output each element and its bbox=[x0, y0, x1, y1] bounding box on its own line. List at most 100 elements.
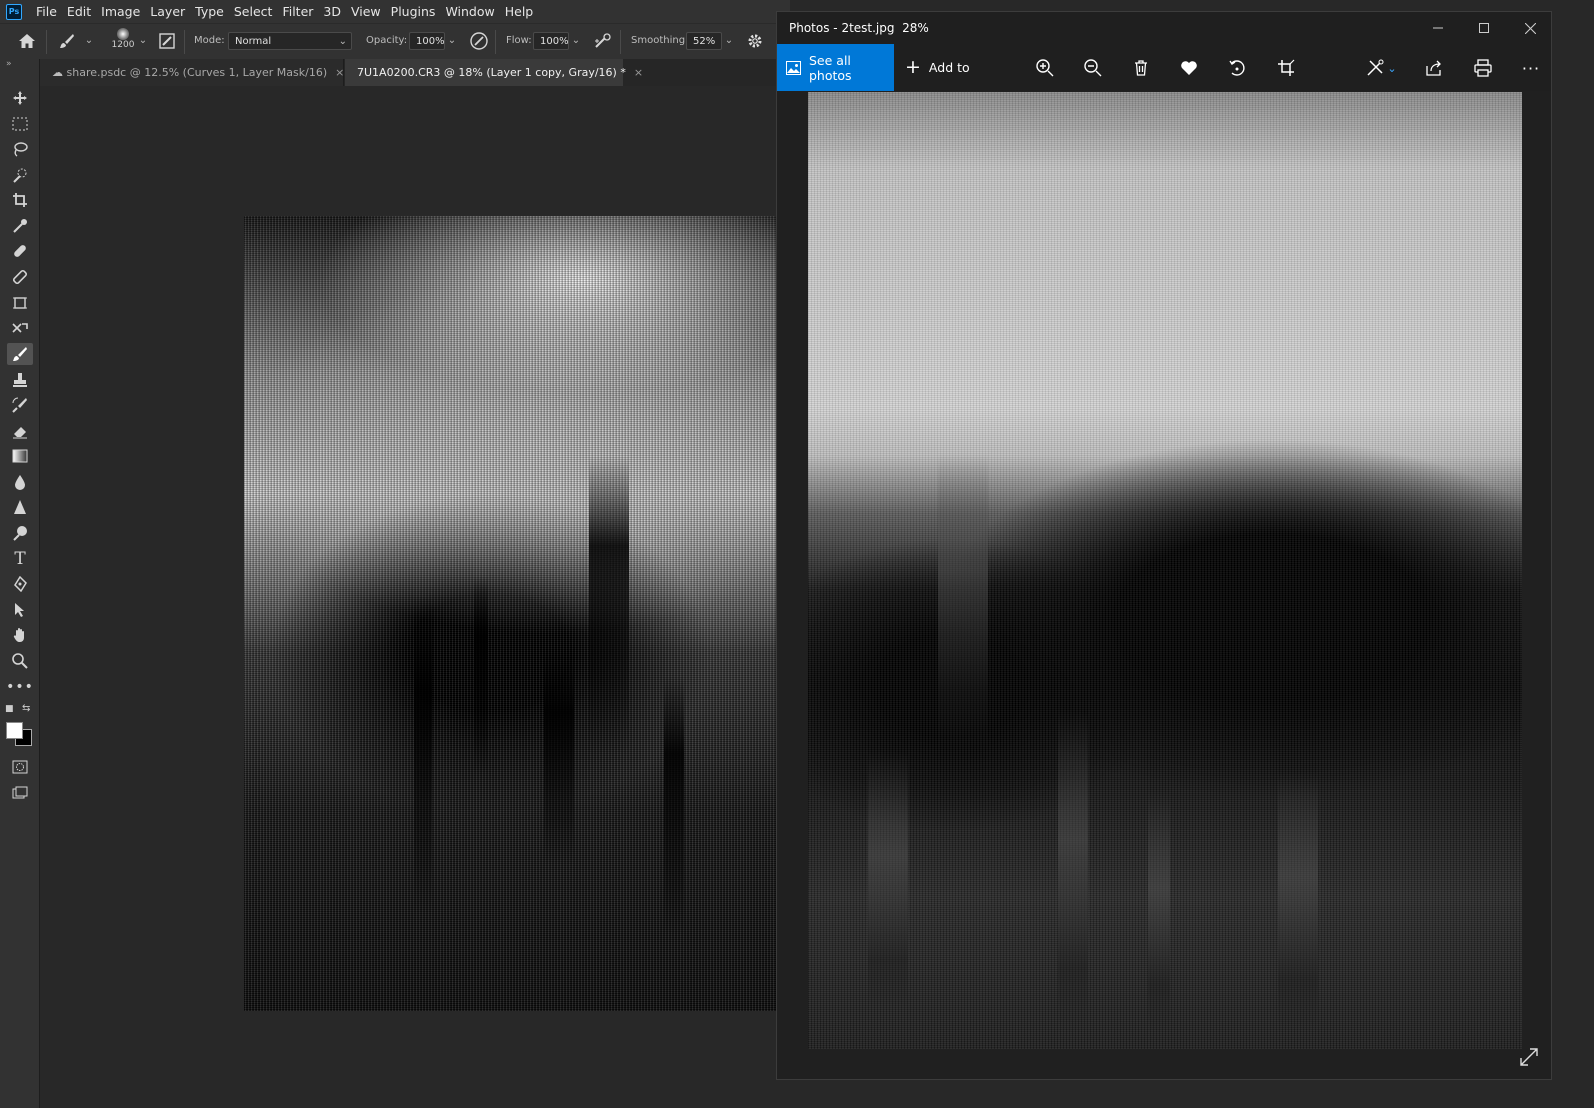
blur-tool-icon[interactable] bbox=[7, 471, 33, 493]
opacity-chevron-icon[interactable]: ⌄ bbox=[445, 32, 459, 50]
brush-preset-icon[interactable] bbox=[56, 30, 78, 52]
brush-size-picker[interactable]: 1200 bbox=[110, 28, 136, 56]
ps-menubar: Ps File Edit Image Layer Type Select Fil… bbox=[0, 0, 790, 23]
path-select-tool-icon[interactable] bbox=[7, 599, 33, 621]
menu-filter[interactable]: Filter bbox=[277, 0, 318, 23]
crop-tool-icon[interactable] bbox=[7, 189, 33, 211]
flow-chevron-icon[interactable]: ⌄ bbox=[569, 32, 583, 50]
menu-layer[interactable]: Layer bbox=[145, 0, 190, 23]
history-brush-tool-icon[interactable] bbox=[7, 394, 33, 416]
mode-label: Mode: bbox=[194, 35, 225, 46]
mode-select[interactable]: Normal ⌄ bbox=[228, 32, 352, 50]
brush-size-chevron-icon[interactable]: ⌄ bbox=[136, 32, 150, 50]
plus-icon: + bbox=[905, 56, 921, 78]
close-icon[interactable] bbox=[1507, 12, 1553, 44]
pressure-opacity-icon[interactable] bbox=[468, 30, 490, 52]
photo-streak bbox=[1148, 792, 1170, 1032]
options-bar: ⌄ 1200 ⌄ Mode: Normal ⌄ Opacity: 100% ⌄ … bbox=[0, 23, 790, 60]
gear-icon[interactable] bbox=[744, 30, 766, 52]
default-colors-icon[interactable]: ■ bbox=[5, 704, 14, 714]
separator bbox=[46, 30, 47, 54]
menu-file[interactable]: File bbox=[31, 0, 62, 23]
photo-streak bbox=[1278, 772, 1318, 1032]
flow-input[interactable]: 100% bbox=[533, 32, 569, 50]
close-tab-icon[interactable]: × bbox=[634, 66, 643, 79]
quick-mask-icon[interactable] bbox=[7, 756, 33, 778]
swap-colors-icon[interactable]: ⇆ bbox=[22, 703, 30, 714]
zoom-tool-icon[interactable] bbox=[7, 650, 33, 672]
edit-icon[interactable] bbox=[1363, 56, 1387, 80]
crop-icon[interactable] bbox=[1274, 56, 1298, 80]
close-tab-icon[interactable]: × bbox=[335, 66, 344, 79]
see-all-photos-button[interactable]: See all photos bbox=[777, 44, 894, 91]
tools-panel: » T ••• ■ ⇆ bbox=[0, 59, 40, 1108]
dodge-tool-icon[interactable] bbox=[7, 522, 33, 544]
photos-toolbar: See all photos + Add to ⌄ ··· bbox=[777, 44, 1551, 91]
menu-help[interactable]: Help bbox=[500, 0, 539, 23]
gradient-tool-icon[interactable] bbox=[7, 445, 33, 467]
tab-share-psdc[interactable]: ☁ share.psdc @ 12.5% (Curves 1, Layer Ma… bbox=[40, 59, 344, 86]
canvas-streak bbox=[664, 676, 684, 936]
quick-select-tool-icon[interactable] bbox=[7, 164, 33, 186]
type-tool-icon[interactable]: T bbox=[7, 548, 33, 570]
opacity-input[interactable]: 100% bbox=[409, 32, 445, 50]
menu-image[interactable]: Image bbox=[96, 0, 145, 23]
frame-tool-icon[interactable] bbox=[7, 292, 33, 314]
marquee-tool-icon[interactable] bbox=[7, 113, 33, 135]
brush-panel-toggle-icon[interactable] bbox=[156, 30, 178, 52]
photos-window-title: Photos - 2test.jpg 28% bbox=[789, 21, 929, 35]
menu-type[interactable]: Type bbox=[190, 0, 229, 23]
brush-preset-chevron-icon[interactable]: ⌄ bbox=[82, 32, 96, 50]
print-icon[interactable] bbox=[1471, 56, 1495, 80]
collapse-toolbar-icon[interactable]: » bbox=[6, 59, 12, 69]
canvas-streak bbox=[544, 646, 574, 866]
menu-view[interactable]: View bbox=[346, 0, 386, 23]
zoom-in-icon[interactable] bbox=[1033, 56, 1057, 80]
more-tools-icon[interactable]: ••• bbox=[6, 676, 33, 698]
move-tool-icon[interactable] bbox=[7, 87, 33, 109]
home-icon[interactable] bbox=[16, 30, 38, 52]
rotate-icon[interactable] bbox=[1225, 56, 1249, 80]
minimize-icon[interactable] bbox=[1415, 12, 1461, 44]
stamp-tool-icon[interactable] bbox=[7, 369, 33, 391]
menu-edit[interactable]: Edit bbox=[62, 0, 96, 23]
edit-chevron-down-icon[interactable]: ⌄ bbox=[1385, 56, 1399, 80]
expand-icon[interactable] bbox=[1519, 1047, 1539, 1067]
ps-logo-icon: Ps bbox=[6, 3, 22, 20]
brush-size-value: 1200 bbox=[111, 40, 135, 50]
photo-view[interactable] bbox=[808, 92, 1522, 1049]
foreground-color-swatch[interactable] bbox=[6, 722, 23, 739]
tab-label: 7U1A0200.CR3 @ 18% (Layer 1 copy, Gray/1… bbox=[357, 66, 626, 79]
favorite-icon[interactable] bbox=[1177, 56, 1201, 80]
document-canvas[interactable] bbox=[244, 216, 790, 1011]
lasso-tool-icon[interactable] bbox=[7, 138, 33, 160]
maximize-icon[interactable] bbox=[1461, 12, 1507, 44]
menu-3d[interactable]: 3D bbox=[318, 0, 346, 23]
separator bbox=[184, 30, 185, 54]
delete-icon[interactable] bbox=[1129, 56, 1153, 80]
more-icon[interactable]: ··· bbox=[1519, 56, 1543, 80]
smoothing-input[interactable]: 52% bbox=[686, 32, 722, 50]
menu-select[interactable]: Select bbox=[229, 0, 278, 23]
brush-tool-icon[interactable] bbox=[7, 343, 33, 365]
photo-streak bbox=[1058, 712, 1088, 1032]
menu-plugins[interactable]: Plugins bbox=[386, 0, 441, 23]
share-icon[interactable] bbox=[1422, 56, 1446, 80]
tab-7u1a0200[interactable]: 7U1A0200.CR3 @ 18% (Layer 1 copy, Gray/1… bbox=[345, 59, 643, 86]
hand-tool-icon[interactable] bbox=[7, 624, 33, 646]
pen-tool-icon[interactable] bbox=[7, 573, 33, 595]
photos-titlebar[interactable]: Photos - 2test.jpg 28% bbox=[777, 12, 1551, 44]
patch-tool-icon[interactable] bbox=[7, 266, 33, 288]
canvas-noise-layer bbox=[244, 216, 790, 1011]
eraser-tool-icon[interactable] bbox=[7, 420, 33, 442]
eyedropper-tool-icon[interactable] bbox=[7, 215, 33, 237]
airbrush-icon[interactable] bbox=[592, 30, 614, 52]
sharpen-tool-icon[interactable] bbox=[7, 496, 33, 518]
menu-window[interactable]: Window bbox=[440, 0, 499, 23]
screen-mode-icon[interactable] bbox=[7, 782, 33, 804]
smoothing-chevron-icon[interactable]: ⌄ bbox=[722, 32, 736, 50]
healing-tool-icon[interactable] bbox=[7, 240, 33, 262]
content-aware-move-tool-icon[interactable] bbox=[7, 317, 33, 339]
zoom-out-icon[interactable] bbox=[1081, 56, 1105, 80]
add-to-button[interactable]: + Add to bbox=[905, 44, 970, 91]
